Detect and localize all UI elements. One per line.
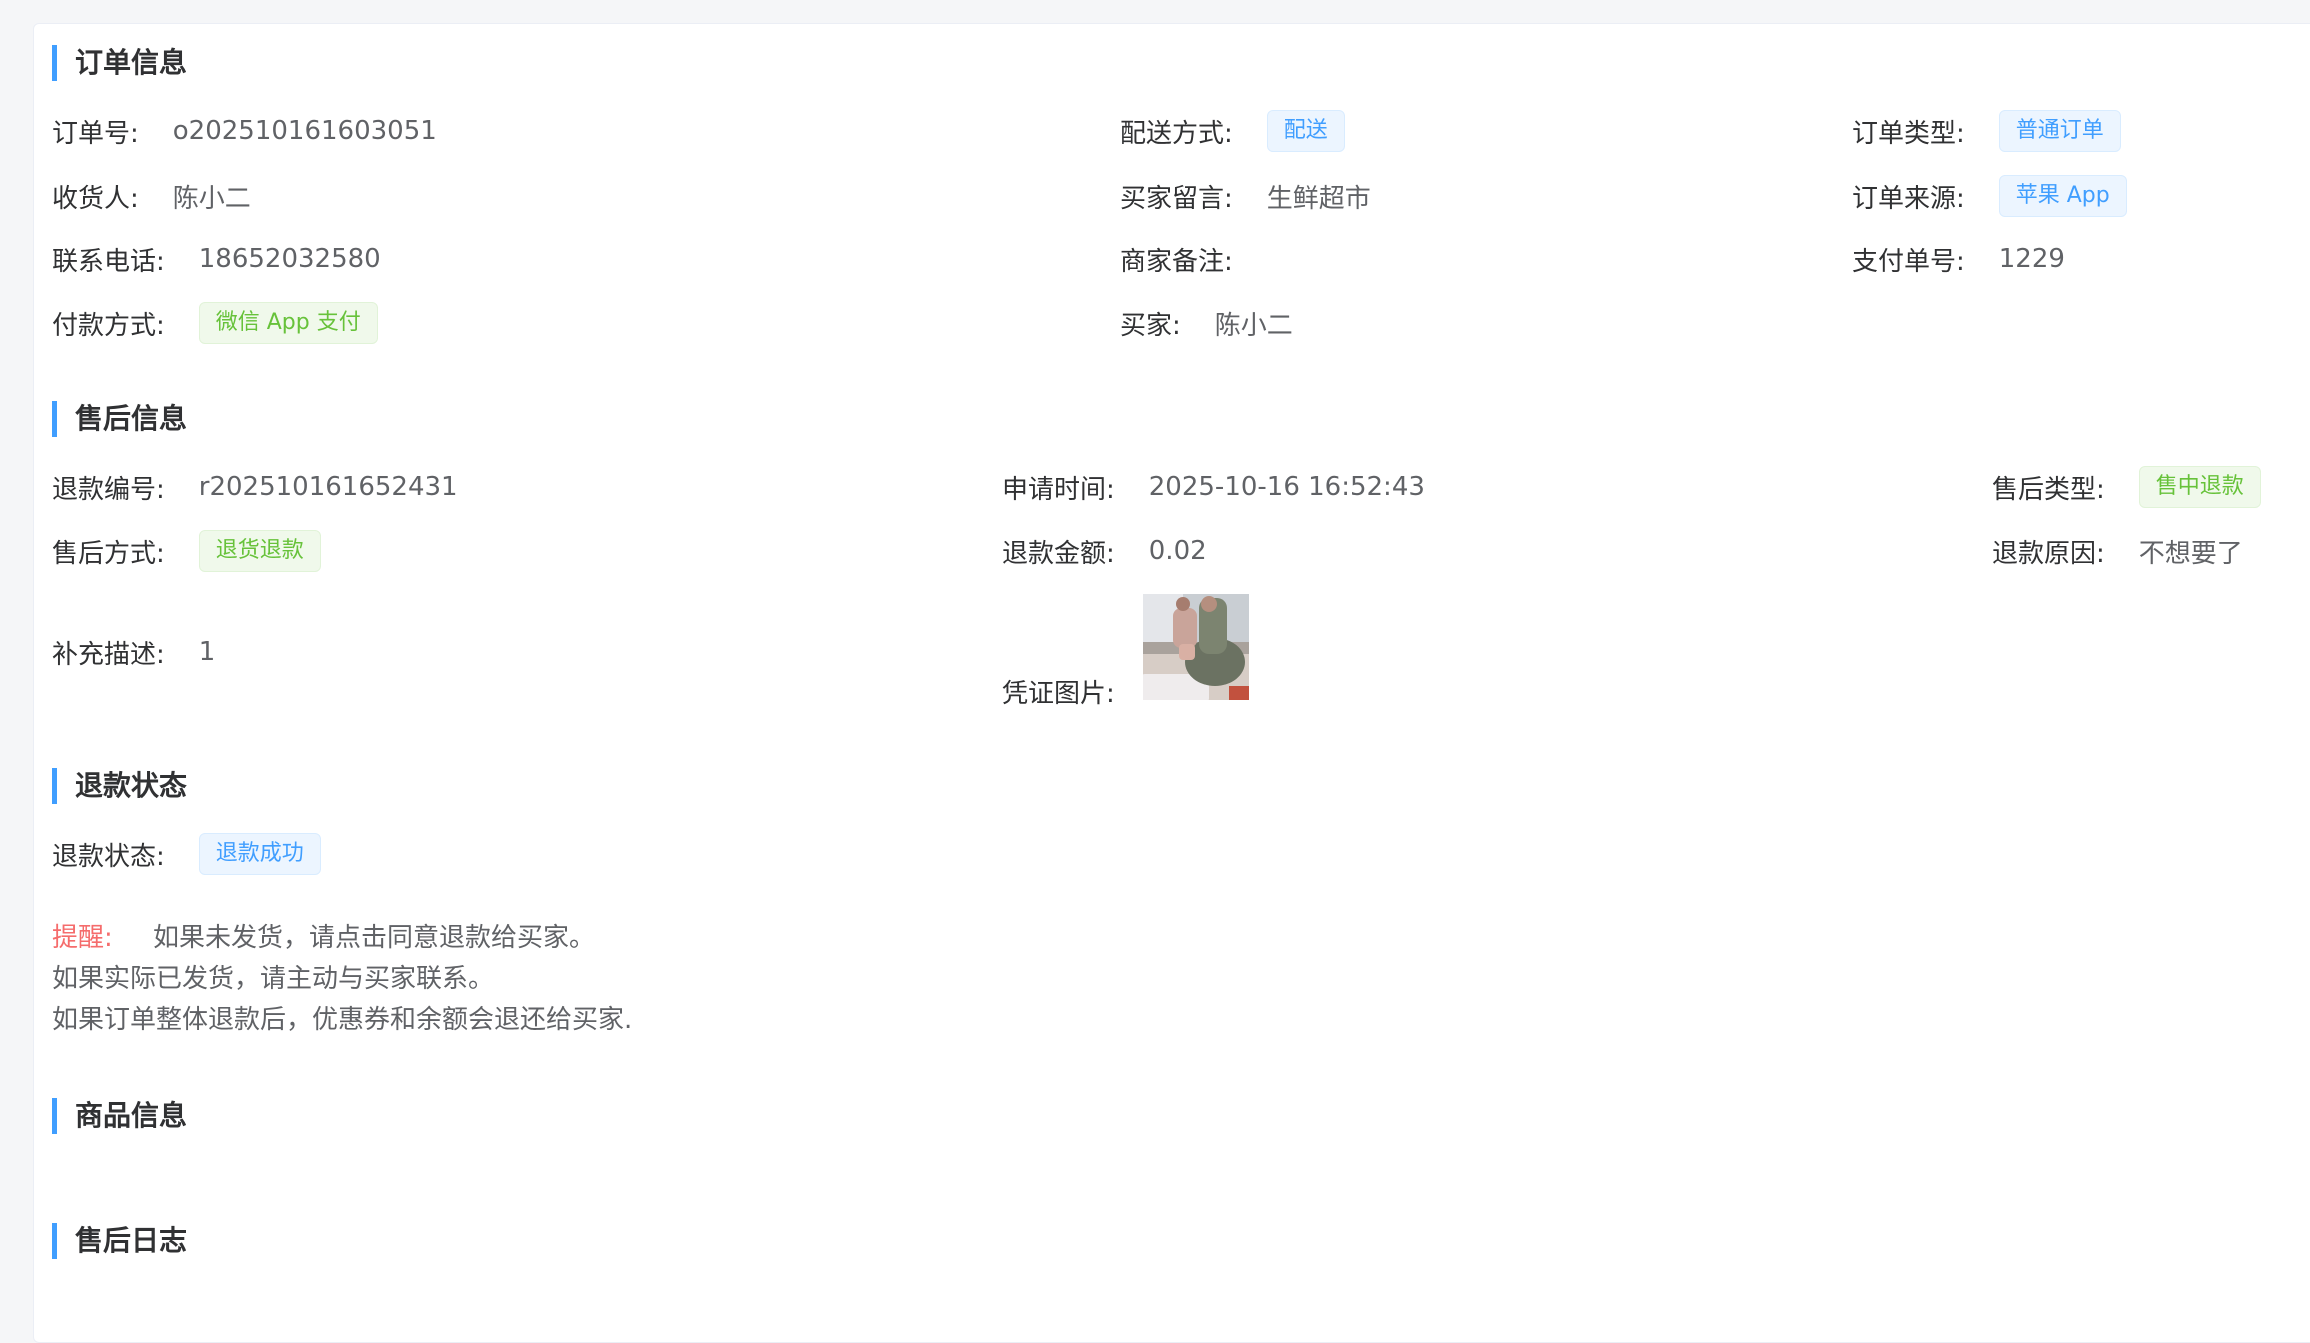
- proof-image-label: 凭证图片:: [1002, 678, 1115, 709]
- refund-status-label: 退款状态:: [52, 841, 165, 872]
- field-proof-image: 凭证图片:: [1002, 669, 1115, 713]
- tip-line-2: 如果实际已发货，请主动与买家联系。: [52, 964, 495, 994]
- buyer-value: 陈小二: [1214, 310, 1293, 341]
- field-buyer: 买家: 陈小二: [1120, 301, 1293, 345]
- section-title-order-info: 订单信息: [52, 45, 187, 81]
- field-after-sale-type: 售后类型: 售中退款: [1992, 465, 2261, 509]
- delivery-tag: 配送: [1266, 110, 1345, 152]
- field-refund-status: 退款状态: 退款成功: [52, 832, 321, 876]
- proof-image-thumbnail[interactable]: [1143, 594, 1249, 700]
- tip-line-3: 如果订单整体退款后，优惠券和余额会退还给买家.: [52, 1005, 633, 1035]
- order-no-label: 订单号:: [52, 118, 139, 149]
- after-sale-type-label: 售后类型:: [1992, 474, 2105, 505]
- field-phone: 联系电话: 18652032580: [52, 237, 381, 281]
- pay-method-label: 付款方式:: [52, 310, 165, 341]
- order-source-label: 订单来源:: [1852, 183, 1965, 214]
- refund-reason-value: 不想要了: [2138, 538, 2243, 569]
- refund-amount-value: 0.02: [1148, 536, 1207, 566]
- section-title-refund-status: 退款状态: [52, 768, 187, 804]
- section-title-after-sale-info: 售后信息: [52, 401, 187, 437]
- tip-line-1: 提醒: 如果未发货，请点击同意退款给买家。: [52, 918, 595, 959]
- refund-no-value: r202510161652431: [198, 472, 458, 502]
- order-type-label: 订单类型:: [1852, 118, 1965, 149]
- pay-no-value: 1229: [1998, 244, 2065, 274]
- buyer-label: 买家:: [1120, 310, 1181, 341]
- section-title-after-sale-log: 售后日志: [52, 1223, 187, 1259]
- phone-value: 18652032580: [198, 244, 381, 274]
- receiver-value: 陈小二: [172, 183, 251, 214]
- field-supplement-desc: 补充描述: 1: [52, 630, 215, 674]
- phone-label: 联系电话:: [52, 246, 165, 277]
- pay-no-label: 支付单号:: [1852, 246, 1965, 277]
- field-order-type: 订单类型: 普通订单: [1852, 109, 2121, 153]
- order-source-tag: 苹果 App: [1998, 175, 2127, 217]
- apply-time-label: 申请时间:: [1002, 474, 1115, 505]
- field-receiver: 收货人: 陈小二: [52, 174, 251, 218]
- field-order-no: 订单号: o202510161603051: [52, 109, 437, 153]
- receiver-label: 收货人:: [52, 183, 139, 214]
- section-title-goods-info: 商品信息: [52, 1098, 187, 1134]
- field-delivery: 配送方式: 配送: [1120, 109, 1345, 153]
- after-sale-type-tag: 售中退款: [2138, 466, 2261, 508]
- tip-text-1: 如果未发货，请点击同意退款给买家。: [153, 923, 596, 953]
- buyer-message-label: 买家留言:: [1120, 183, 1233, 214]
- tip-warn-label: 提醒:: [52, 923, 113, 953]
- order-type-tag: 普通订单: [1998, 110, 2121, 152]
- field-pay-method: 付款方式: 微信 App 支付: [52, 301, 378, 345]
- field-refund-reason: 退款原因: 不想要了: [1992, 529, 2243, 573]
- field-pay-no: 支付单号: 1229: [1852, 237, 2065, 281]
- field-order-source: 订单来源: 苹果 App: [1852, 174, 2127, 218]
- supplement-desc-value: 1: [198, 637, 216, 667]
- delivery-label: 配送方式:: [1120, 118, 1233, 149]
- supplement-desc-label: 补充描述:: [52, 639, 165, 670]
- field-refund-amount: 退款金额: 0.02: [1002, 529, 1207, 573]
- buyer-message-value: 生鲜超市: [1266, 183, 1371, 214]
- pay-method-tag: 微信 App 支付: [198, 302, 378, 344]
- refund-status-tag: 退款成功: [198, 833, 321, 875]
- proof-photo-icon: [1143, 594, 1249, 700]
- field-refund-no: 退款编号: r202510161652431: [52, 465, 458, 509]
- field-after-sale-method: 售后方式: 退货退款: [52, 529, 321, 573]
- order-no-value: o202510161603051: [172, 116, 437, 146]
- after-sale-method-tag: 退货退款: [198, 530, 321, 572]
- merchant-note-label: 商家备注:: [1120, 246, 1233, 277]
- refund-reason-label: 退款原因:: [1992, 538, 2105, 569]
- field-buyer-message: 买家留言: 生鲜超市: [1120, 174, 1371, 218]
- field-merchant-note: 商家备注:: [1120, 237, 1233, 281]
- detail-card: 订单信息 订单号: o202510161603051 配送方式: 配送 订单类型…: [33, 23, 2310, 1343]
- after-sale-method-label: 售后方式:: [52, 538, 165, 569]
- refund-amount-label: 退款金额:: [1002, 538, 1115, 569]
- refund-no-label: 退款编号:: [52, 474, 165, 505]
- field-apply-time: 申请时间: 2025-10-16 16:52:43: [1002, 465, 1425, 509]
- apply-time-value: 2025-10-16 16:52:43: [1148, 472, 1425, 502]
